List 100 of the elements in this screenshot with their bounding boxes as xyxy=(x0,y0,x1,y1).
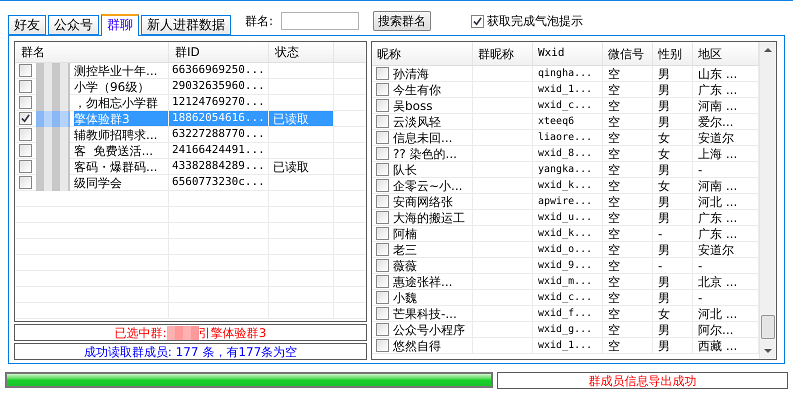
table-cell: 女 xyxy=(653,146,693,161)
status-cell: 已读取 xyxy=(269,111,334,126)
checkbox[interactable] xyxy=(376,323,389,336)
group-name[interactable]: 小学（96级） xyxy=(74,79,168,94)
scroll-down-icon[interactable] xyxy=(764,349,772,353)
column-header[interactable]: 微信号 xyxy=(603,42,653,65)
member-nickname: 老三 xyxy=(393,242,417,258)
table-cell: - xyxy=(653,226,693,241)
checkbox[interactable] xyxy=(376,147,389,160)
member-nickname: 薇薇 xyxy=(393,258,417,274)
group-id: 43382884289... xyxy=(169,159,269,174)
checkbox[interactable] xyxy=(376,307,389,320)
member-nickname: 今生有你 xyxy=(393,82,441,98)
redaction-mosaic xyxy=(166,326,199,340)
checkbox[interactable] xyxy=(19,176,32,189)
checkbox[interactable] xyxy=(376,131,389,144)
table-cell: 空 xyxy=(603,98,653,113)
checkbox[interactable] xyxy=(19,64,32,77)
scroll-thumb[interactable] xyxy=(761,315,775,339)
selected-group-name: 引擎体验群3 xyxy=(198,324,266,342)
tab[interactable]: 群聊 xyxy=(101,14,139,36)
table-cell: wxid_c... xyxy=(533,98,603,113)
table-cell: xteeq6 xyxy=(533,114,603,129)
checkbox[interactable] xyxy=(19,144,32,157)
redaction-mosaic xyxy=(36,110,70,126)
table-cell: 空 xyxy=(603,242,653,257)
table-cell: 空 xyxy=(603,146,653,161)
checkbox[interactable] xyxy=(376,275,389,288)
checkbox[interactable] xyxy=(376,99,389,112)
table-cell: 空 xyxy=(603,82,653,97)
member-nickname: 阿楠 xyxy=(393,226,417,242)
member-nickname: 队长 xyxy=(393,162,417,178)
table-cell: 男 xyxy=(653,66,693,81)
column-header[interactable]: 群ID xyxy=(169,42,269,62)
table-cell: 男 xyxy=(653,274,693,289)
checkbox-label: 获取完成气泡提示 xyxy=(487,13,584,30)
group-id: 66366969250... xyxy=(169,63,269,78)
table-cell: wxid_f... xyxy=(533,306,603,321)
table-cell: 空 xyxy=(603,274,653,289)
checkbox[interactable] xyxy=(376,67,389,80)
member-nickname: 吴boss xyxy=(393,98,432,114)
check-icon xyxy=(473,16,482,26)
scroll-up-icon[interactable] xyxy=(764,48,772,52)
checkbox[interactable] xyxy=(376,211,389,224)
group-name-field[interactable] xyxy=(281,12,360,30)
group-name[interactable]: 级同学会 xyxy=(74,175,168,190)
column-header[interactable]: Wxid xyxy=(533,42,603,65)
table-cell: 男 xyxy=(653,290,693,305)
checkbox[interactable] xyxy=(19,160,32,173)
checkbox[interactable] xyxy=(19,80,32,93)
checkbox[interactable] xyxy=(376,179,389,192)
table-cell: 空 xyxy=(603,338,653,353)
checkbox[interactable] xyxy=(376,291,389,304)
member-nickname: 悠然自得 xyxy=(393,338,441,354)
table-cell: 空 xyxy=(603,114,653,129)
column-header[interactable]: 性别 xyxy=(653,42,693,65)
table-cell: 男 xyxy=(653,162,693,177)
checkbox[interactable] xyxy=(376,339,389,352)
group-id: 63227288770... xyxy=(169,127,269,142)
group-name[interactable]: 测控毕业十年... xyxy=(74,63,168,78)
member-nickname: 企零云~小... xyxy=(393,178,462,194)
checkbox[interactable] xyxy=(376,195,389,208)
column-header[interactable]: 群昵称 xyxy=(473,42,533,65)
table-cell: wxid_m... xyxy=(533,274,603,289)
checkbox[interactable] xyxy=(19,96,32,109)
table-cell: qingha... xyxy=(533,66,603,81)
table-cell: 男 xyxy=(653,242,693,257)
tab[interactable]: 新人进群数据 xyxy=(141,15,231,35)
tab[interactable]: 公众号 xyxy=(48,15,99,35)
group-name[interactable]: 辅教师招聘求... xyxy=(74,127,168,142)
table-cell: wxid_1... xyxy=(533,338,603,353)
checkbox[interactable] xyxy=(376,115,389,128)
group-name[interactable]: 客码・爆群码... xyxy=(74,159,168,174)
checkbox[interactable] xyxy=(376,227,389,240)
scrollbar[interactable] xyxy=(759,42,776,359)
tab[interactable]: 好友 xyxy=(8,15,46,35)
checkbox[interactable] xyxy=(376,243,389,256)
checkbox[interactable] xyxy=(376,259,389,272)
group-name[interactable]: 客 免费送活... xyxy=(74,143,168,158)
search-button[interactable]: 搜索群名 xyxy=(373,11,432,31)
table-cell: 女 xyxy=(653,306,693,321)
table-cell: wxid_k... xyxy=(533,226,603,241)
column-header[interactable]: 昵称 xyxy=(372,42,473,65)
checkbox[interactable] xyxy=(471,14,484,28)
column-header[interactable]: 群名 xyxy=(15,42,169,62)
checkbox[interactable] xyxy=(19,112,32,125)
table-cell: 空 xyxy=(603,322,653,337)
checkbox[interactable] xyxy=(19,128,32,141)
checkbox[interactable] xyxy=(376,163,389,176)
table-cell: wxid_c... xyxy=(533,290,603,305)
table-cell: 男 xyxy=(653,210,693,225)
member-nickname: ?? 染色的... xyxy=(393,146,457,162)
table-cell: wxid_o... xyxy=(533,242,603,257)
redaction-mosaic xyxy=(36,62,70,78)
group-name[interactable]: ，勿相忘小学群 xyxy=(74,95,168,110)
table-cell: 空 xyxy=(603,194,653,209)
table-cell: 男 xyxy=(653,194,693,209)
checkbox[interactable] xyxy=(376,83,389,96)
column-header[interactable]: 状态 xyxy=(269,42,334,62)
table-cell: 男 xyxy=(653,114,693,129)
